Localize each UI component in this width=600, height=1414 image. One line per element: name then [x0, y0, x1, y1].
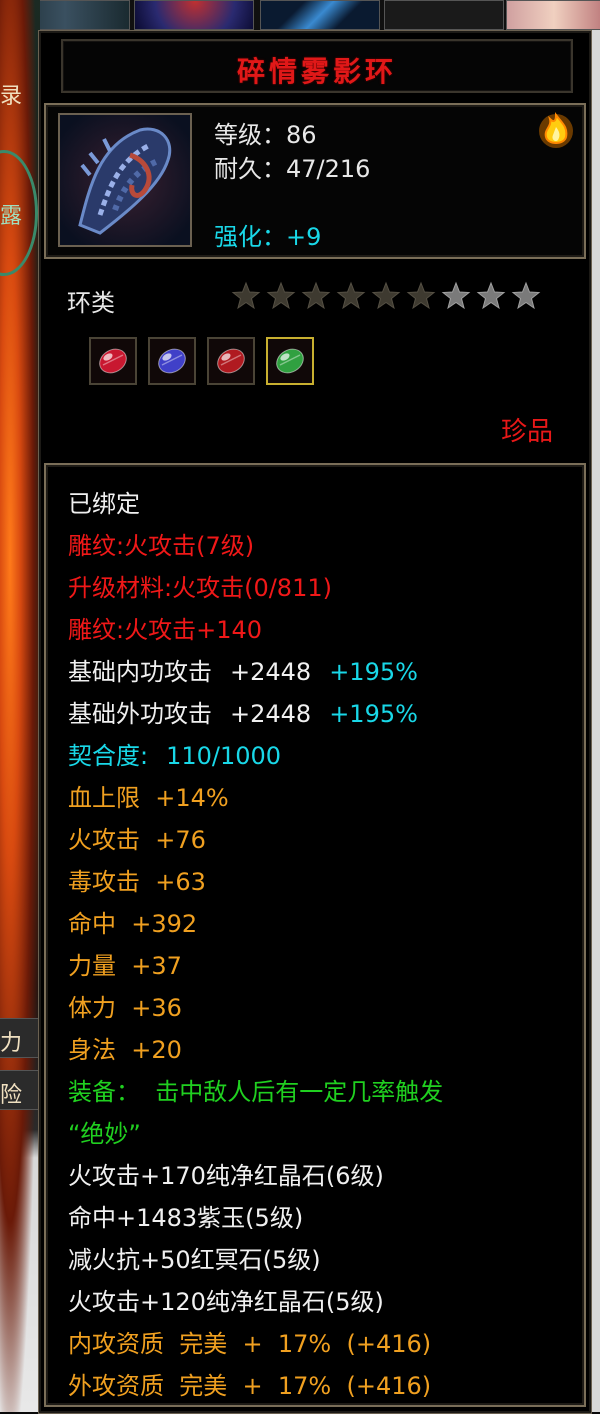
socket-line: 火攻击+170纯净红晶石(6级) [68, 1162, 384, 1190]
attr-line: 力量 +37 [68, 952, 182, 980]
base-inner-pct: +195% [329, 658, 418, 686]
thumbnail-3[interactable] [260, 0, 380, 30]
equip-effect-name: “绝妙” [68, 1120, 141, 1148]
background-glyph: 录 [0, 84, 23, 109]
base-outer-label: 基础外功攻击 [68, 700, 212, 728]
fit-value: 110/1000 [166, 742, 282, 770]
star-filled-icon [371, 281, 401, 310]
attr-line: 血上限 +14% [68, 784, 229, 812]
thumbnail-5[interactable] [506, 0, 600, 30]
red-gem-icon [89, 337, 137, 385]
engrave-bonus: 雕纹:火攻击+140 [68, 616, 263, 644]
socket-line: 命中+1483紫玉(5级) [68, 1204, 304, 1232]
base-outer-pct: +195% [329, 700, 418, 728]
star-filled-icon [301, 281, 331, 310]
gem-socket-row [89, 337, 314, 385]
item-category: 环类 [67, 289, 115, 317]
item-durability: 耐久：47/216 [214, 155, 371, 183]
background-glyph: 露 [0, 204, 23, 229]
fire-attribute-icon [536, 111, 576, 151]
socket-line: 减火抗+50红冥石(5级) [68, 1246, 321, 1274]
side-button-label: 力 [0, 1031, 23, 1056]
star-empty-icon [476, 281, 506, 310]
base-outer-attack: 基础外功攻击 +2448 +195% [68, 693, 443, 735]
attr-line: 火攻击 +76 [68, 826, 206, 854]
star-filled-icon [266, 281, 296, 310]
green-gem-icon [266, 337, 314, 385]
item-rarity: 珍品 [500, 417, 553, 447]
red-gem-icon [207, 337, 255, 385]
fit-label: 契合度: [68, 742, 149, 770]
side-button[interactable]: 险 [0, 1070, 40, 1110]
side-button-label: 险 [0, 1083, 23, 1108]
purple-gem-icon [148, 337, 196, 385]
item-ring-icon [58, 113, 192, 247]
star-empty-icon [441, 281, 471, 310]
star-filled-icon [406, 281, 436, 310]
item-name: 碎情雾影环 [236, 55, 397, 88]
socket-line: 火攻击+120纯净红晶石(5级) [68, 1288, 384, 1316]
bound-status: 已绑定 [68, 490, 140, 518]
attr-line: 体力 +36 [68, 994, 182, 1022]
item-level: 等级：86 [214, 121, 317, 149]
upgrade-material: 升级材料:火攻击(0/811) [68, 574, 332, 602]
background-scene-left: 录 露 力 险 [0, 0, 40, 1412]
star-filled-icon [336, 281, 366, 310]
base-inner-value: +2448 [230, 658, 312, 686]
thumbnail-2[interactable] [134, 0, 254, 30]
item-summary-box: 等级：86 耐久：47/216 强化：+9 [44, 103, 586, 259]
star-empty-icon [511, 281, 541, 310]
engrave-line: 雕纹:火攻击(7级) [68, 532, 255, 560]
attr-line: 毒攻击 +63 [68, 868, 206, 896]
attr-line: 身法 +20 [68, 1036, 182, 1064]
item-details-box: 已绑定 雕纹:火攻击(7级) 升级材料:火攻击(0/811) 雕纹:火攻击+14… [44, 463, 586, 1407]
base-inner-label: 基础内功攻击 [68, 658, 212, 686]
equip-effect: 装备： 击中敌人后有一定几率触发 [68, 1078, 444, 1106]
item-tooltip: 碎情雾影环 等级：86 耐久：47/216 强化：+9 环类 珍品 已绑定 雕纹… [38, 30, 592, 1414]
thumbnail-4[interactable] [384, 0, 504, 30]
item-enhance: 强化：+9 [214, 223, 322, 251]
base-outer-value: +2448 [230, 700, 312, 728]
item-title-bar: 碎情雾影环 [61, 39, 573, 93]
quality-line: 内攻资质 完美 + 17% (+416) [68, 1330, 432, 1358]
base-inner-attack: 基础内功攻击 +2448 +195% [68, 651, 443, 693]
side-button[interactable]: 力 [0, 1018, 40, 1058]
star-filled-icon [231, 281, 261, 310]
fit-degree: 契合度: 110/1000 [68, 735, 443, 777]
top-thumbnail-bar [0, 0, 600, 30]
quality-line: 外攻资质 完美 + 17% (+416) [68, 1372, 432, 1400]
star-rating [231, 281, 541, 311]
attr-line: 命中 +392 [68, 910, 198, 938]
